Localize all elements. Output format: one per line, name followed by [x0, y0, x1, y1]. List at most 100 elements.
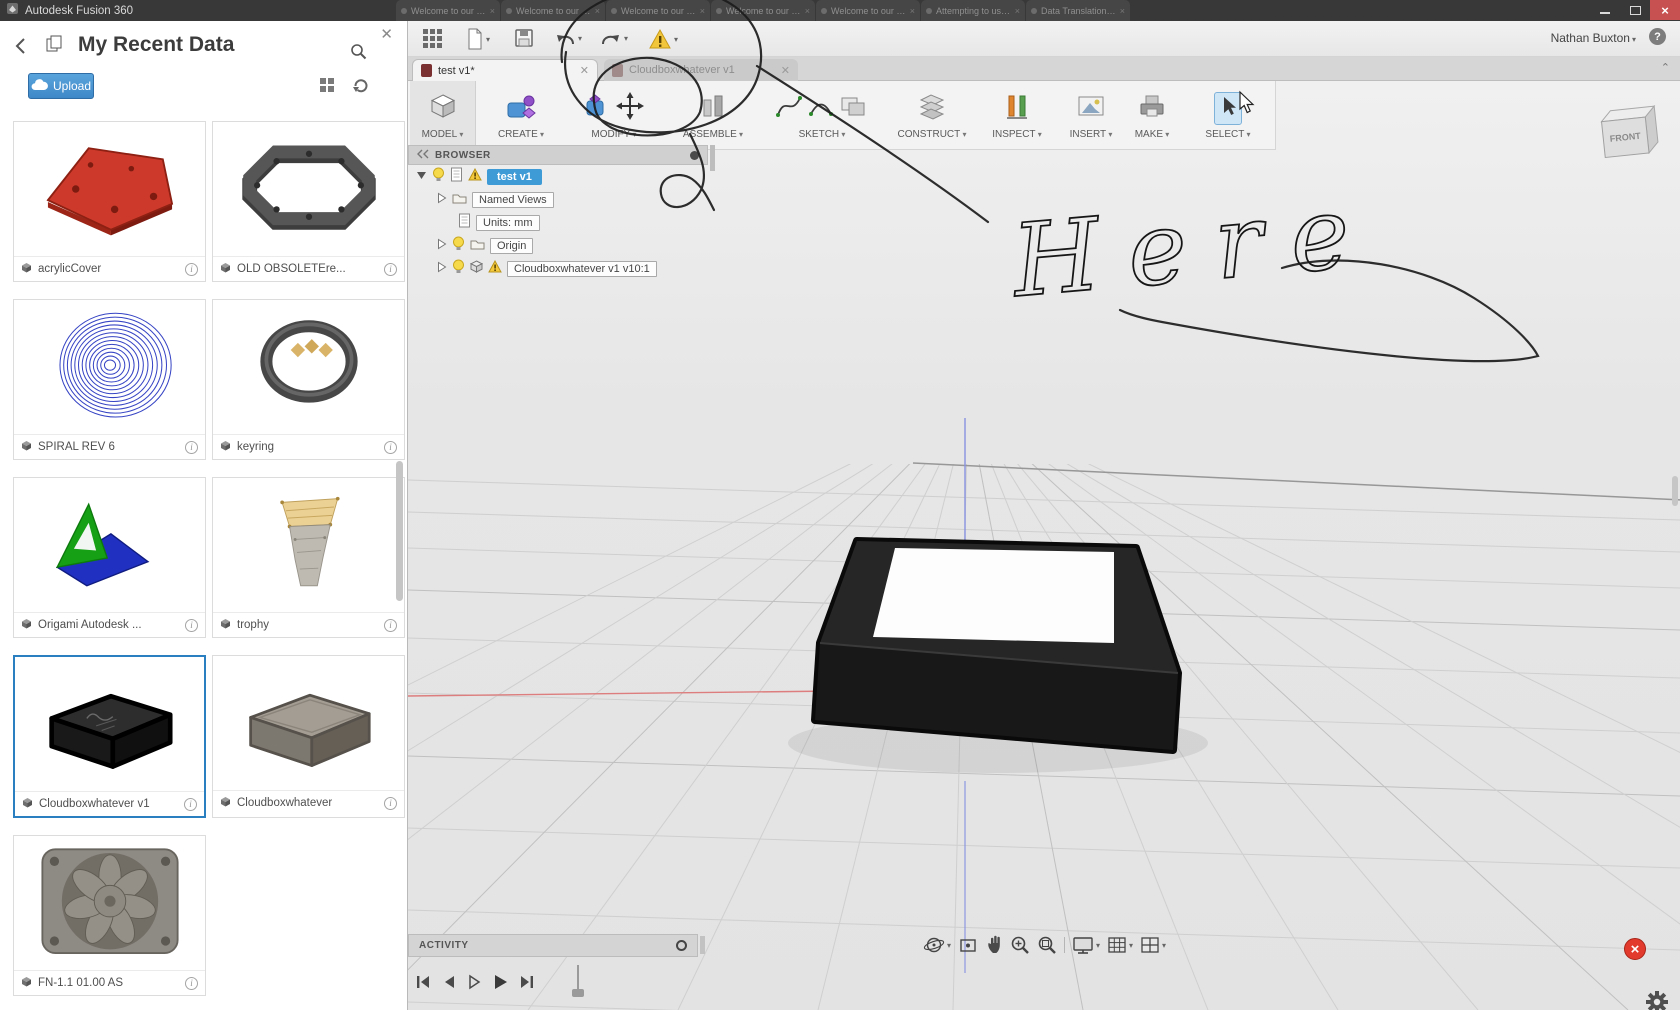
tab-close-icon[interactable]: ×	[805, 6, 810, 16]
visibility-bulb-icon[interactable]	[452, 259, 465, 279]
close-button[interactable]	[1650, 0, 1680, 20]
doc-tab-active[interactable]: test v1* ✕	[412, 59, 598, 81]
info-icon[interactable]	[384, 797, 397, 810]
upload-button[interactable]: Upload	[28, 73, 94, 99]
viewport-edge-handle[interactable]	[1672, 476, 1678, 506]
info-icon[interactable]	[384, 619, 397, 632]
ribbon-assemble-menu[interactable]: ASSEMBLE	[682, 81, 744, 149]
pan-hand-icon[interactable]	[985, 935, 1003, 955]
app-grid-menu-icon[interactable]	[422, 28, 442, 48]
tree-label[interactable]: Cloudboxwhatever v1 v10:1	[507, 261, 657, 277]
tree-label-selected[interactable]: test v1	[487, 169, 542, 185]
viewport[interactable]: MODEL CREATE	[408, 81, 1680, 1010]
grid-view-icon[interactable]	[319, 77, 335, 98]
panel-scrollbar[interactable]	[396, 461, 403, 601]
back-icon[interactable]	[14, 37, 28, 60]
info-icon[interactable]	[384, 263, 397, 276]
ribbon-construct-menu[interactable]: CONSTRUCT	[896, 81, 968, 149]
info-icon[interactable]	[185, 977, 198, 990]
browser-tab[interactable]: Welcome to our Forums×	[711, 0, 815, 21]
info-icon[interactable]	[185, 263, 198, 276]
settings-gear-icon[interactable]	[1646, 991, 1668, 1010]
ribbon-create-menu[interactable]: CREATE	[492, 81, 550, 149]
info-icon[interactable]	[384, 441, 397, 454]
step-back-icon[interactable]	[441, 973, 457, 996]
doc-tab-close-icon[interactable]: ✕	[781, 64, 790, 77]
collapse-panel-icon[interactable]	[417, 146, 429, 164]
activity-bar[interactable]: ACTIVITY	[408, 934, 698, 957]
visibility-bulb-icon[interactable]	[452, 236, 465, 256]
browser-panel-header[interactable]: BROWSER	[408, 145, 708, 165]
tab-close-icon[interactable]: ×	[700, 6, 705, 16]
collapse-tabs-icon[interactable]: ⌃	[1661, 61, 1670, 74]
tab-close-icon[interactable]: ×	[910, 6, 915, 16]
tree-row[interactable]: Origin	[408, 234, 708, 257]
activity-record-icon[interactable]	[676, 940, 687, 951]
refresh-icon[interactable]	[352, 77, 369, 99]
info-icon[interactable]	[185, 441, 198, 454]
undo-icon[interactable]: ▾	[554, 28, 582, 48]
tab-close-icon[interactable]: ×	[1120, 6, 1125, 16]
look-at-icon[interactable]	[958, 935, 978, 955]
minimize-button[interactable]	[1590, 0, 1620, 20]
tree-label[interactable]: Origin	[490, 238, 533, 254]
browser-tab[interactable]: Welcome to our Forums×	[816, 0, 920, 21]
browser-tab[interactable]: Attempting to use Fusion×	[921, 0, 1025, 21]
info-icon[interactable]	[185, 619, 198, 632]
browser-tab[interactable]: Data Translation - Issues×	[1026, 0, 1130, 21]
panel-opacity-dot[interactable]	[690, 151, 699, 160]
ribbon-insert-menu[interactable]: INSERT	[1064, 81, 1118, 149]
tree-label[interactable]: Named Views	[472, 192, 554, 208]
redo-icon[interactable]: ▾	[600, 28, 628, 48]
chevron-right-icon[interactable]	[436, 260, 447, 278]
tree-row[interactable]: Cloudboxwhatever v1 v10:1	[408, 257, 708, 280]
data-item-card[interactable]: SPIRAL REV 6	[13, 299, 206, 460]
data-item-card[interactable]: keyring	[212, 299, 405, 460]
data-item-card[interactable]: Origami Autodesk ...	[13, 477, 206, 638]
restore-button[interactable]	[1620, 0, 1650, 20]
timeline-marker[interactable]	[571, 965, 587, 1004]
ribbon-modify-menu[interactable]: MODIFY	[572, 81, 656, 149]
tab-close-icon[interactable]: ×	[1015, 6, 1020, 16]
display-settings-icon[interactable]: ▾	[1072, 935, 1100, 955]
browser-tab[interactable]: Welcome to our Forums×	[501, 0, 605, 21]
fit-icon[interactable]	[1037, 935, 1057, 955]
orbit-icon[interactable]: ▾	[923, 935, 951, 955]
data-item-card[interactable]: acrylicCover	[13, 121, 206, 282]
data-item-card-selected[interactable]: Cloudboxwhatever v1	[13, 655, 206, 818]
ribbon-inspect-menu[interactable]: INSPECT	[984, 81, 1050, 149]
browser-tab[interactable]: Welcome to our Forums×	[606, 0, 710, 21]
grid-snap-icon[interactable]: ▾	[1107, 935, 1133, 955]
viewports-icon[interactable]: ▾	[1140, 935, 1166, 955]
tab-close-icon[interactable]: ×	[490, 6, 495, 16]
ribbon-model-menu[interactable]: MODEL	[410, 81, 476, 149]
data-item-card[interactable]: trophy	[212, 477, 405, 638]
data-item-card[interactable]: FN-1.1 01.00 AS	[13, 835, 206, 996]
tree-row-root[interactable]: test v1	[408, 165, 708, 188]
viewcube[interactable]: FRONT	[1590, 98, 1667, 172]
activity-scroll-nub[interactable]	[700, 936, 705, 954]
browser-tab[interactable]: Welcome to our Forums×	[396, 0, 500, 21]
notifications-warning-icon[interactable]: ▾	[648, 28, 678, 50]
skip-to-start-icon[interactable]	[414, 973, 432, 996]
tree-row[interactable]: Named Views	[408, 188, 708, 211]
help-icon[interactable]	[1649, 28, 1666, 45]
chevron-right-icon[interactable]	[436, 191, 447, 209]
doc-tab-close-icon[interactable]: ✕	[580, 64, 589, 77]
skip-to-end-icon[interactable]	[518, 973, 536, 996]
data-item-card[interactable]: Cloudboxwhatever	[212, 655, 405, 818]
doc-tab-inactive[interactable]: Cloudboxwhatever v1 ✕	[604, 59, 798, 81]
new-file-icon[interactable]: ▾	[466, 28, 490, 50]
search-icon[interactable]	[350, 43, 367, 65]
play-icon[interactable]	[491, 972, 509, 997]
ribbon-sketch-menu[interactable]: SKETCH	[770, 81, 874, 149]
tab-close-icon[interactable]: ×	[595, 6, 600, 16]
ribbon-select-menu[interactable]: SELECT	[1200, 81, 1256, 149]
ribbon-make-menu[interactable]: MAKE	[1128, 81, 1176, 149]
info-icon[interactable]	[184, 798, 197, 811]
error-close-icon[interactable]	[1624, 938, 1646, 960]
tree-label[interactable]: Units: mm	[476, 215, 540, 231]
save-icon[interactable]	[514, 28, 534, 48]
documents-icon[interactable]	[46, 35, 64, 58]
tree-row[interactable]: Units: mm	[408, 211, 708, 234]
